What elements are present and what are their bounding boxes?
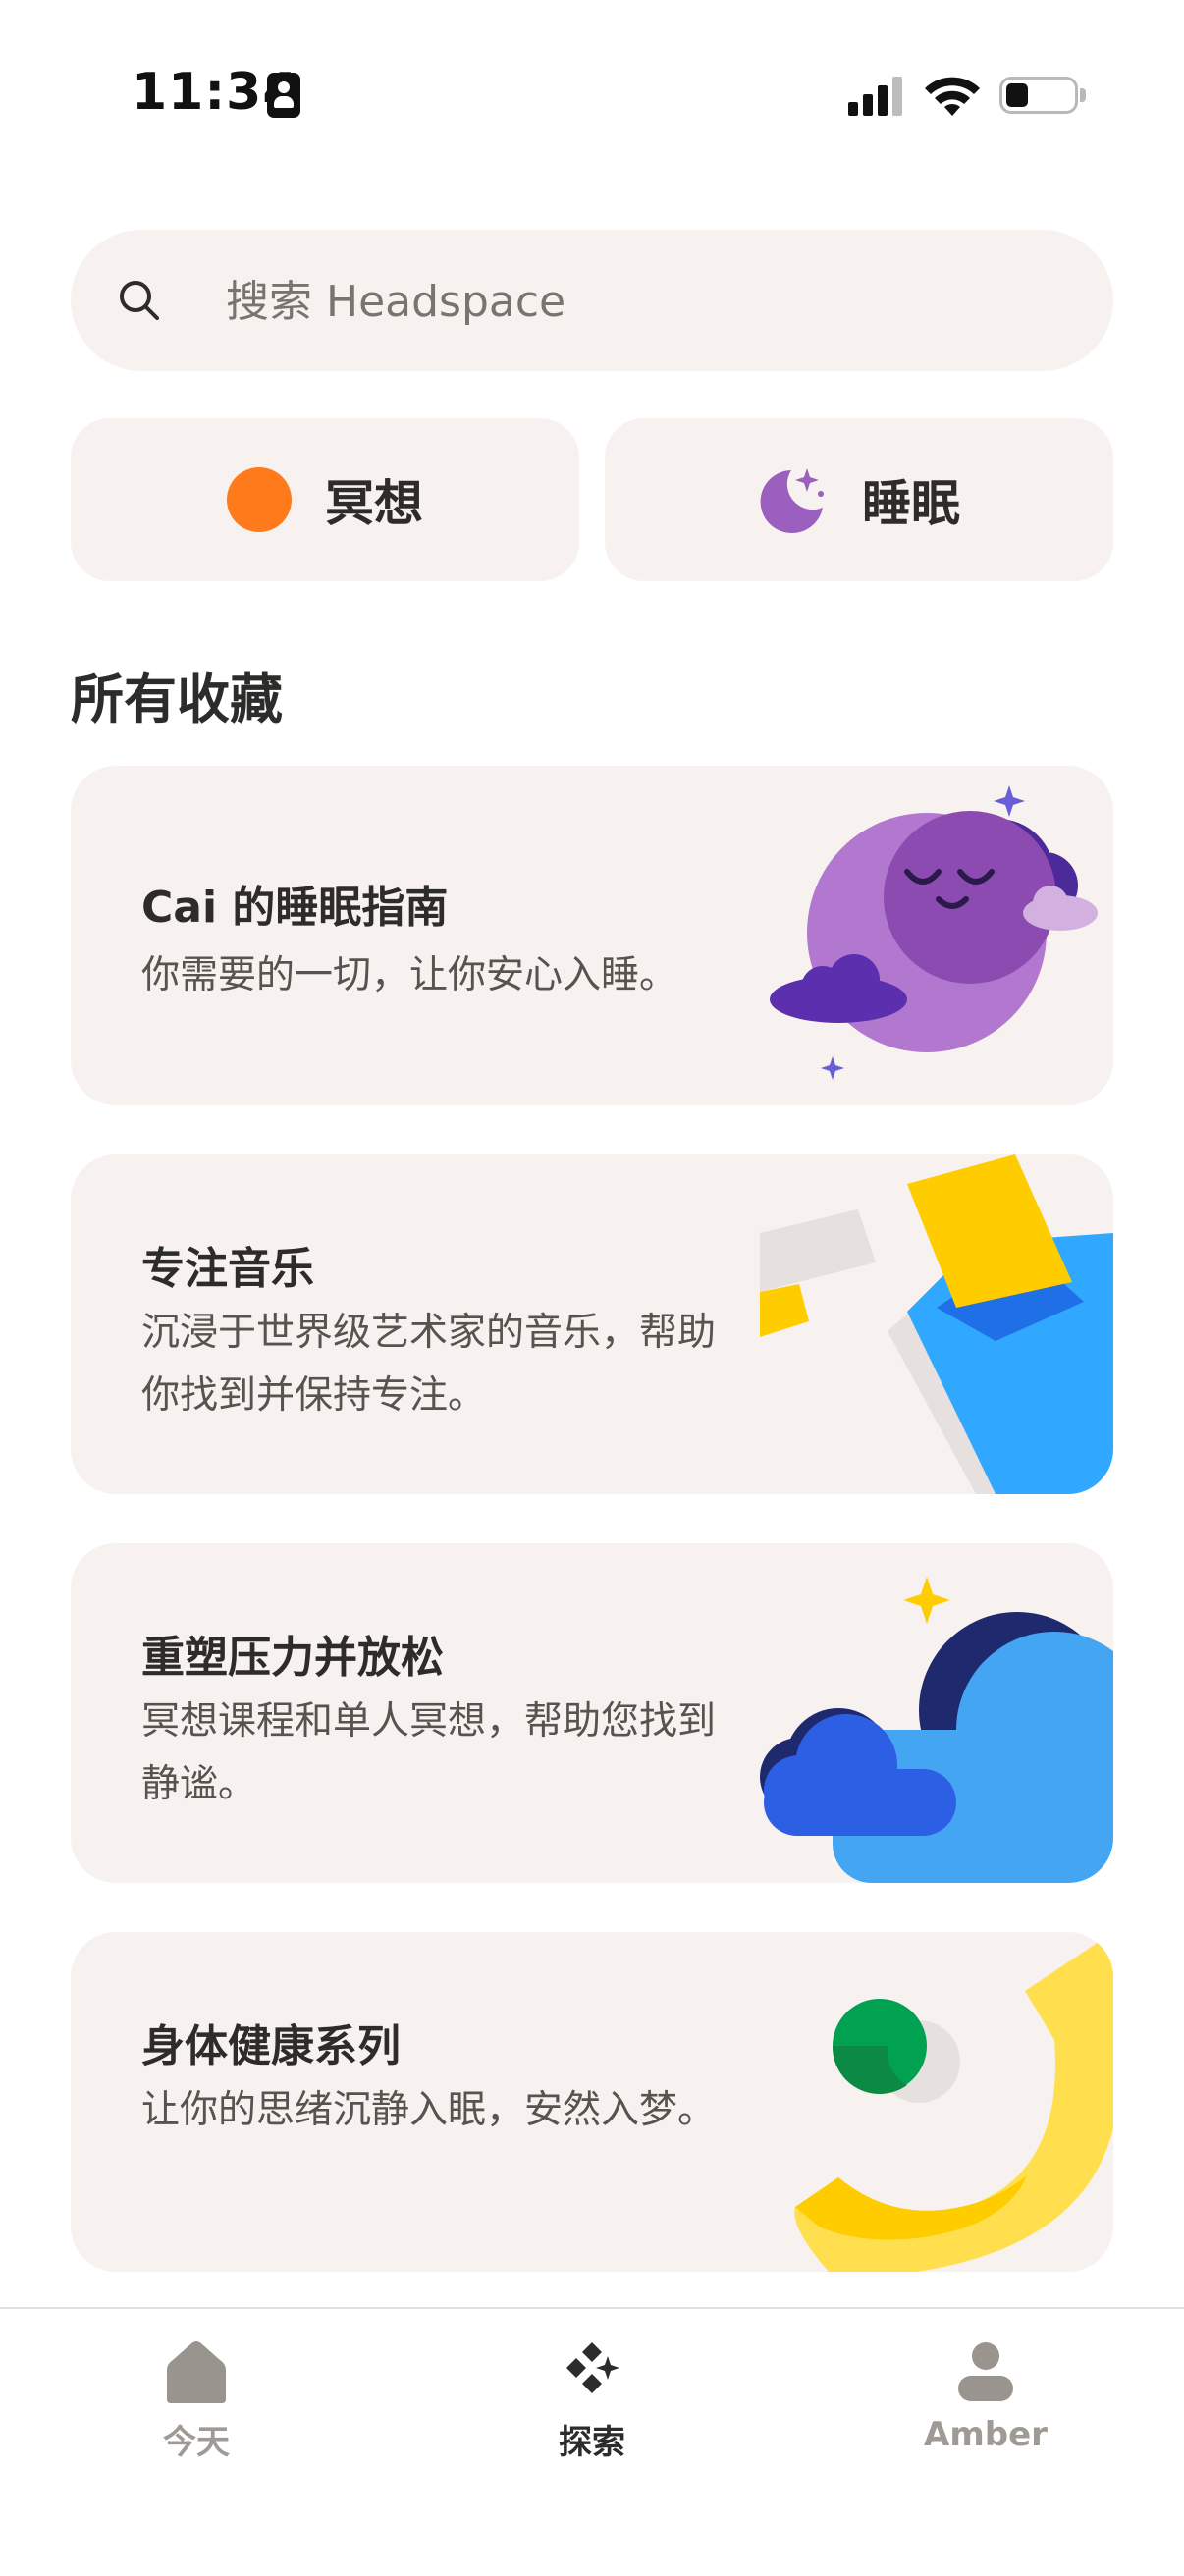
sleep-chip[interactable]: 睡眠	[605, 418, 1113, 581]
meditation-dot-icon	[227, 467, 292, 532]
sleeping-moon-illustration	[770, 785, 1098, 1080]
section-title: 所有收藏	[71, 669, 283, 730]
home-icon	[167, 2341, 226, 2403]
search-icon	[120, 281, 159, 320]
collection-card-body-health[interactable]: 身体健康系列 让你的思绪沉静入眠，安然入梦。	[71, 1932, 1113, 2272]
profile-icon	[958, 2342, 1013, 2401]
card-title: 身体健康系列	[141, 2021, 401, 2071]
collection-card-sleep-guide[interactable]: Cai 的睡眠指南 你需要的一切，让你安心入睡。	[71, 766, 1113, 1105]
tab-today[interactable]: 今天	[79, 2338, 314, 2466]
tab-label-profile: Amber	[924, 2415, 1048, 2454]
crescent-ball-illustration	[794, 1932, 1113, 2272]
tab-label-explore: 探索	[559, 2423, 625, 2462]
card-title: 重塑压力并放松	[141, 1633, 444, 1683]
card-title: 专注音乐	[141, 1244, 314, 1294]
search-bar[interactable]	[71, 230, 1113, 371]
card-description: 让你的思绪沉静入眠，安然入梦。	[141, 2088, 717, 2132]
tab-explore[interactable]: 探索	[474, 2338, 710, 2466]
collection-card-stress-reset[interactable]: 重塑压力并放松 冥想课程和单人冥想，帮助您找到静谧。	[71, 1543, 1113, 1883]
cellular-signal-icon	[848, 77, 903, 116]
meditation-chip-label: 冥想	[325, 475, 423, 532]
clouds-illustration	[760, 1577, 1113, 1883]
sleep-chip-label: 睡眠	[862, 475, 960, 532]
card-description: 沉浸于世界级艺术家的音乐，帮助你找到并保持专注。	[141, 1311, 717, 1418]
search-input[interactable]	[224, 263, 1072, 340]
explore-icon	[566, 2342, 619, 2393]
collection-card-focus-music[interactable]: 专注音乐 沉浸于世界级艺术家的音乐，帮助你找到并保持专注。	[71, 1154, 1113, 1494]
meditation-chip[interactable]: 冥想	[71, 418, 579, 581]
card-description: 冥想课程和单人冥想，帮助您找到静谧。	[141, 1699, 717, 1806]
card-title: Cai 的睡眠指南	[141, 883, 449, 933]
bottom-tab-bar: 今天 探索 Amber	[0, 2307, 1184, 2576]
focus-badge-icon	[267, 73, 300, 118]
battery-icon	[999, 77, 1078, 114]
card-description: 你需要的一切，让你安心入睡。	[141, 953, 678, 997]
wifi-icon	[925, 77, 980, 116]
music-blocks-illustration	[760, 1154, 1113, 1494]
moon-stars-icon	[760, 468, 824, 533]
tab-label-today: 今天	[163, 2423, 230, 2462]
status-bar: 11:34	[0, 0, 1184, 187]
tab-profile[interactable]: Amber	[868, 2338, 1103, 2466]
battery-tip	[1080, 88, 1086, 102]
